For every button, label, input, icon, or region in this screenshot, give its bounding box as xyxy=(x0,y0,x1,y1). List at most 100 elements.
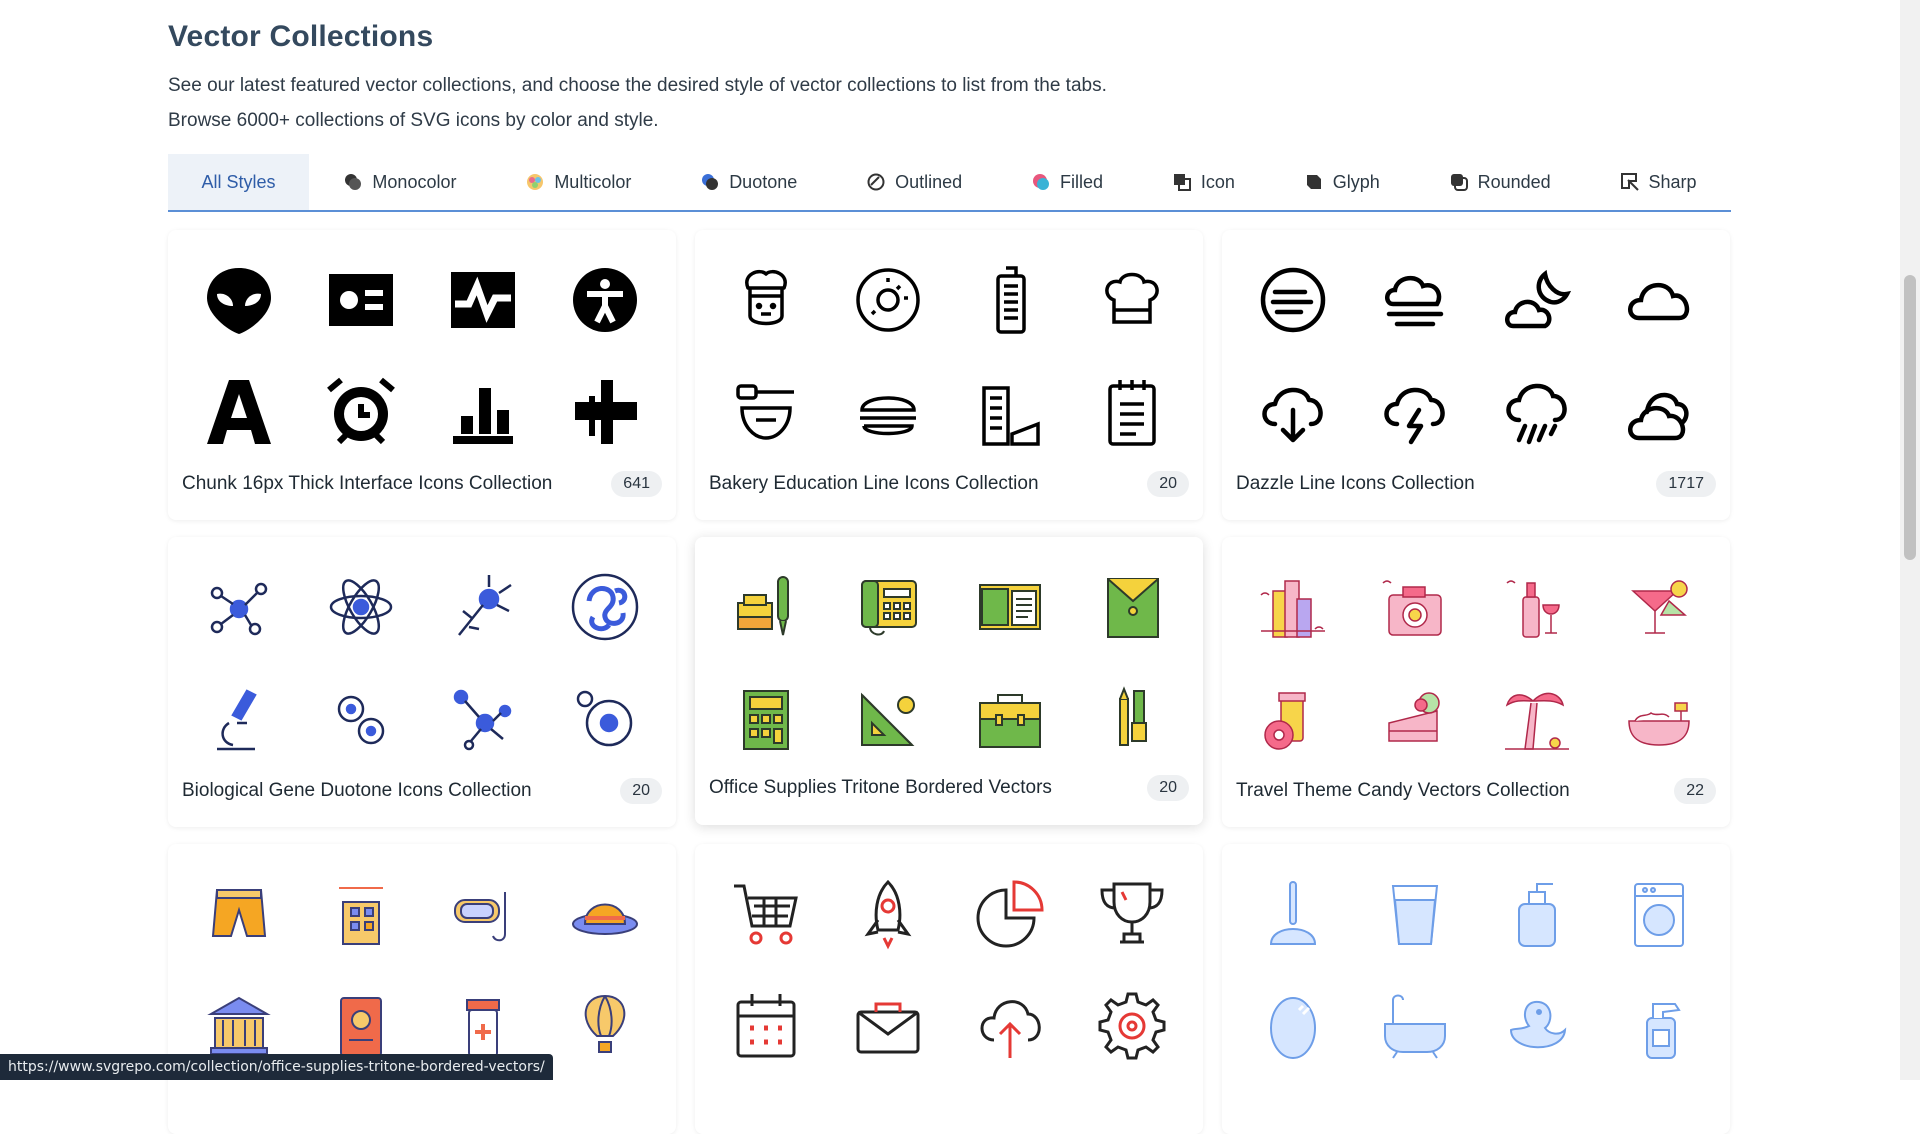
style-tabs: All Styles Monocolor Multicolor Duotone … xyxy=(168,154,1731,212)
tab-sharp[interactable]: Sharp xyxy=(1585,154,1731,210)
clouds-icon xyxy=(1628,392,1689,441)
collection-title: Travel Theme Candy Vectors Collection xyxy=(1236,780,1570,801)
ink-pen-icon xyxy=(737,576,789,636)
tab-label: Rounded xyxy=(1477,171,1551,192)
tab-monocolor[interactable]: Monocolor xyxy=(309,154,491,210)
burger-icon xyxy=(860,396,916,436)
icon-preview-grid xyxy=(168,230,676,468)
camera-icon xyxy=(1382,580,1442,636)
icon-preview-grid xyxy=(695,537,1203,775)
fog-cloud-icon xyxy=(1385,276,1444,327)
tab-duotone[interactable]: Duotone xyxy=(666,154,832,210)
tab-outlined[interactable]: Outlined xyxy=(832,154,997,210)
card-footer: Travel Theme Candy Vectors Collection 22 xyxy=(1236,778,1716,804)
tab-glyph[interactable]: Glyph xyxy=(1269,154,1414,210)
buildings-cheese-icon xyxy=(982,386,1040,446)
palm-tree-icon xyxy=(1505,692,1569,750)
collection-card-office-supplies[interactable]: Office Supplies Tritone Bordered Vectors… xyxy=(695,537,1203,825)
icon-preview-grid xyxy=(168,537,676,775)
pulse-icon xyxy=(451,272,515,328)
bar-chart-icon xyxy=(453,388,513,444)
alarm-clock-icon xyxy=(327,377,395,445)
calendar-icon xyxy=(736,994,796,1058)
notepad-icon xyxy=(1108,380,1156,446)
collection-title: Chunk 16px Thick Interface Icons Collect… xyxy=(182,473,553,494)
city-icon xyxy=(1260,580,1325,638)
tab-label: All Styles xyxy=(201,171,276,192)
card-footer: Office Supplies Tritone Bordered Vectors… xyxy=(709,775,1189,801)
sun-hat-icon xyxy=(572,903,638,935)
icon-count-badge: 641 xyxy=(611,471,662,497)
card-footer: Dazzle Line Icons Collection 1717 xyxy=(1236,471,1716,497)
description-line-1: See our latest featured vector collectio… xyxy=(168,75,1107,96)
card-footer: Biological Gene Duotone Icons Collection… xyxy=(182,778,662,804)
collection-card-chunk[interactable]: Chunk 16px Thick Interface Icons Collect… xyxy=(168,230,676,520)
collection-card-bakery[interactable]: Bakery Education Line Icons Collection 2… xyxy=(695,230,1203,520)
link-status-bar: https://www.svgrepo.com/collection/offic… xyxy=(0,1054,553,1080)
atom-icon xyxy=(329,579,393,635)
set-square-icon xyxy=(861,692,915,746)
museum-icon xyxy=(207,996,271,1055)
wine-icon xyxy=(1506,580,1560,638)
neuron-icon xyxy=(458,575,512,636)
outlined-icon xyxy=(867,173,885,191)
collection-card-travel[interactable]: Travel Theme Candy Vectors Collection 22 xyxy=(1222,537,1730,827)
cloud-download-icon xyxy=(1262,387,1323,443)
sharp-icon xyxy=(1620,173,1639,191)
tab-label: Multicolor xyxy=(554,171,632,192)
cocktail-icon xyxy=(1631,580,1688,634)
cells-icon xyxy=(337,695,385,745)
tab-multicolor[interactable]: Multicolor xyxy=(491,154,666,210)
tab-filled[interactable]: Filled xyxy=(997,154,1138,210)
icon-preview-grid xyxy=(695,230,1203,468)
spray-bottle-icon xyxy=(1646,1003,1681,1059)
plunger-icon xyxy=(1269,881,1317,945)
collection-title: Bakery Education Line Icons Collection xyxy=(709,473,1039,494)
bathtub-icon-travel xyxy=(1628,702,1690,746)
folder-docs-icon xyxy=(979,584,1041,630)
collection-card-9[interactable] xyxy=(1222,844,1730,1134)
snorkel-icon xyxy=(454,892,506,942)
medicine-icon xyxy=(466,999,500,1057)
shorts-icon xyxy=(211,889,267,937)
tab-rounded[interactable]: Rounded xyxy=(1414,154,1585,210)
tab-all-styles[interactable]: All Styles xyxy=(168,154,309,210)
hotel-icon xyxy=(339,887,383,945)
cake-icon xyxy=(1388,692,1440,742)
tab-icon[interactable]: Icon xyxy=(1137,154,1269,210)
page-scrollbar[interactable] xyxy=(1900,0,1920,1080)
collection-card-biological[interactable]: Biological Gene Duotone Icons Collection… xyxy=(168,537,676,827)
glass-icon xyxy=(1391,885,1439,945)
cloud-lightning-icon xyxy=(1384,387,1445,445)
tab-label: Sharp xyxy=(1648,171,1697,192)
molecule-icon xyxy=(210,582,268,636)
tab-label: Duotone xyxy=(729,171,798,192)
cloud-rain-icon xyxy=(1506,383,1567,445)
icon-count-badge: 20 xyxy=(1147,775,1189,801)
letter-a-icon xyxy=(207,380,271,444)
washing-machine-icon xyxy=(1634,883,1684,947)
collection-title: Office Supplies Tritone Bordered Vectors xyxy=(709,777,1052,798)
envelope-icon xyxy=(856,1002,920,1054)
collection-card-8[interactable] xyxy=(695,844,1203,1134)
rocket-icon xyxy=(864,879,912,950)
glyph-icon xyxy=(1306,175,1321,189)
card-footer: Bakery Education Line Icons Collection 2… xyxy=(709,471,1189,497)
molecule-network-icon xyxy=(453,689,512,751)
alien-icon xyxy=(207,268,271,334)
icon-style-icon xyxy=(1173,174,1191,191)
scrollbar-thumb[interactable] xyxy=(1904,275,1916,560)
coffee-donut-icon xyxy=(1264,692,1306,750)
collection-card-7[interactable] xyxy=(168,844,676,1134)
icon-count-badge: 20 xyxy=(620,778,662,804)
cloud-upload-icon xyxy=(980,1000,1041,1058)
rounded-icon xyxy=(1450,174,1468,191)
id-card-icon xyxy=(329,274,393,326)
icon-count-badge: 20 xyxy=(1147,471,1189,497)
trophy-icon xyxy=(1100,882,1164,944)
collection-card-dazzle[interactable]: Dazzle Line Icons Collection 1717 xyxy=(1222,230,1730,520)
collection-title: Biological Gene Duotone Icons Collection xyxy=(182,780,532,801)
microscope-icon xyxy=(217,689,257,751)
pencils-icon xyxy=(1119,686,1147,746)
telephone-icon xyxy=(861,580,917,636)
